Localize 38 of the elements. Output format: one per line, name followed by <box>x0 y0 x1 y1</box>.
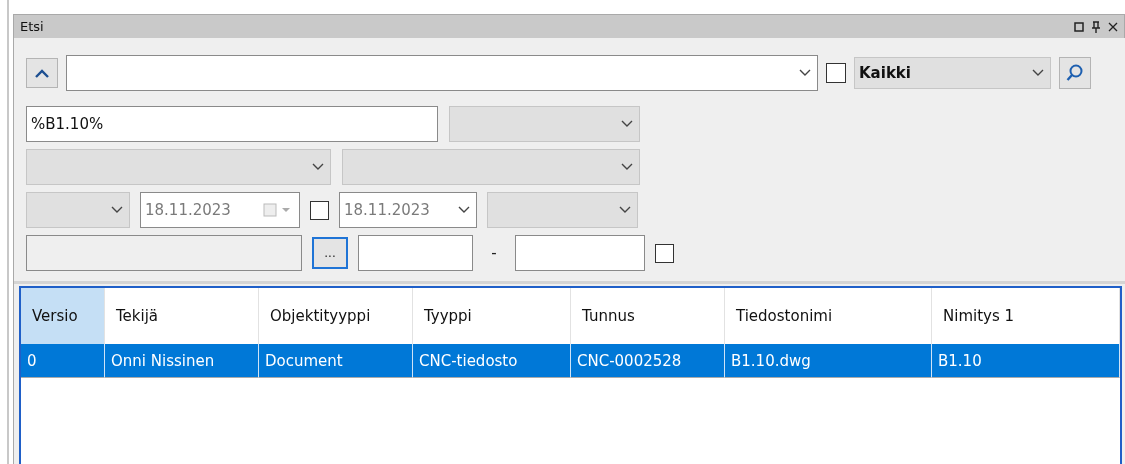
close-icon[interactable] <box>1108 21 1118 32</box>
chevron-up-icon <box>35 68 49 78</box>
search-icon <box>1066 64 1084 82</box>
checkbox[interactable] <box>655 243 674 263</box>
chevron-down-icon <box>621 163 633 171</box>
chevron-down-icon <box>312 163 324 171</box>
search-field[interactable] <box>66 55 818 91</box>
checkbox[interactable] <box>826 63 846 83</box>
date-to-field[interactable]: 18.11.2023 <box>339 192 477 228</box>
search-button[interactable] <box>1059 57 1091 89</box>
calendar-icon <box>263 203 293 217</box>
table-cell: Onni Nissinen <box>105 344 259 378</box>
table-cell: Document <box>259 344 413 378</box>
scope-dropdown[interactable]: Kaikki <box>854 57 1051 89</box>
browse-button[interactable]: ... <box>312 237 348 269</box>
table-cell: CNC-0002528 <box>571 344 725 378</box>
checkbox[interactable] <box>310 200 329 220</box>
name-field[interactable]: %B1.10% <box>26 106 438 142</box>
table-cell: CNC-tiedosto <box>413 344 571 378</box>
range-from-field[interactable] <box>358 235 473 271</box>
pin-icon[interactable] <box>1091 20 1101 33</box>
chevron-down-icon <box>111 206 123 214</box>
range-to-field[interactable] <box>515 235 645 271</box>
date-from-field[interactable]: 18.11.2023 <box>140 192 300 228</box>
collapse-button[interactable] <box>26 58 58 88</box>
chevron-down-icon <box>799 69 811 77</box>
table-cell: B1.10 <box>932 344 1120 378</box>
column-header[interactable]: Versio <box>21 288 105 344</box>
table-cell: B1.10.dwg <box>725 344 932 378</box>
maximize-icon[interactable] <box>1074 21 1084 32</box>
chevron-down-icon <box>458 206 470 214</box>
chevron-down-icon <box>619 206 631 214</box>
path-field[interactable] <box>26 235 302 271</box>
chevron-down-icon <box>621 120 633 128</box>
chevron-down-icon <box>1032 69 1044 77</box>
panel-title: Etsi <box>20 19 44 34</box>
table-cell: 0 <box>21 344 105 378</box>
range-separator: - <box>490 244 498 262</box>
